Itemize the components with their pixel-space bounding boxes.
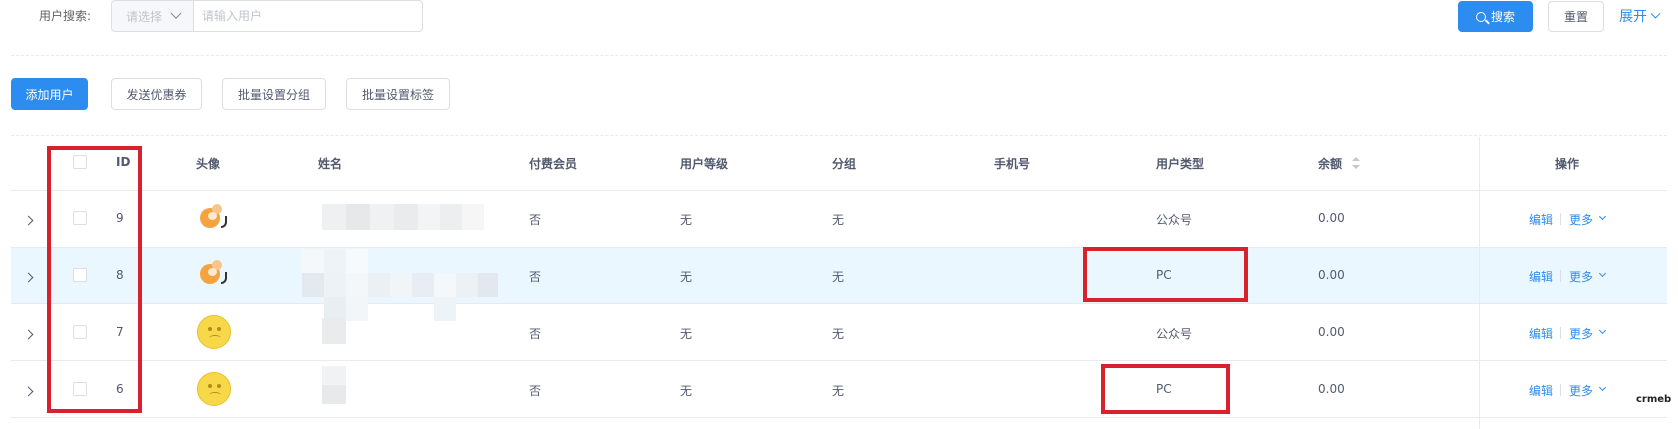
row-divider: [11, 360, 1667, 361]
blurred-name: [322, 318, 346, 344]
chevron-down-icon: [1598, 326, 1607, 335]
blurred-name: [322, 204, 484, 230]
search-icon: [1475, 11, 1486, 22]
cell-group: 无: [832, 270, 845, 284]
col-phone: 手机号: [994, 157, 1031, 171]
annotation-box-id-column: [47, 146, 142, 413]
col-name: 姓名: [318, 157, 343, 171]
expand-toggle[interactable]: 展开: [1619, 6, 1661, 26]
chevron-down-icon: [1598, 212, 1607, 221]
cell-balance: 0.00: [1318, 211, 1345, 225]
col-group: 分组: [832, 157, 857, 171]
cell-group: 无: [832, 327, 845, 341]
col-operation: 操作: [1555, 157, 1580, 171]
more-dropdown[interactable]: 更多: [1569, 268, 1593, 285]
chevron-right-icon[interactable]: [23, 386, 34, 397]
row-divider: [11, 417, 1667, 418]
cell-paid-member: 否: [529, 213, 542, 227]
avatar-orange-cartoon-icon: [196, 202, 232, 236]
cell-user-level: 无: [680, 384, 693, 398]
cell-user-type: 公众号: [1156, 213, 1193, 227]
row-divider: [11, 303, 1667, 304]
cell-balance: 0.00: [1318, 382, 1345, 396]
expand-label: 展开: [1619, 9, 1647, 25]
cell-paid-member: 否: [529, 327, 542, 341]
search-group: 请选择: [111, 0, 423, 32]
chevron-right-icon[interactable]: [23, 329, 34, 340]
edit-link[interactable]: 编辑: [1529, 211, 1553, 228]
cell-paid-member: 否: [529, 270, 542, 284]
chevron-down-icon: [1598, 383, 1607, 392]
divider: [11, 135, 1667, 136]
sort-icon[interactable]: [1352, 157, 1360, 169]
separator: [1560, 270, 1561, 282]
annotation-box-pc-row8: [1083, 247, 1248, 302]
separator: [1560, 327, 1561, 339]
row-divider: [11, 190, 1667, 191]
chevron-down-icon: [170, 7, 182, 19]
watermark-logo: crmeb: [1636, 394, 1672, 405]
cell-paid-member: 否: [529, 384, 542, 398]
cell-group: 无: [832, 384, 845, 398]
cell-user-level: 无: [680, 213, 693, 227]
search-label: 用户搜索:: [39, 9, 92, 23]
cell-balance: 0.00: [1318, 268, 1345, 282]
col-user-level: 用户等级: [680, 157, 729, 171]
more-dropdown[interactable]: 更多: [1569, 211, 1593, 228]
more-dropdown[interactable]: 更多: [1569, 325, 1593, 342]
cell-user-level: 无: [680, 270, 693, 284]
cell-group: 无: [832, 213, 845, 227]
search-button[interactable]: 搜索: [1458, 1, 1533, 32]
annotation-box-pc-row6: [1101, 364, 1230, 414]
divider: [11, 55, 1667, 56]
separator: [1560, 213, 1561, 225]
chevron-right-icon[interactable]: [23, 215, 34, 226]
edit-link[interactable]: 编辑: [1529, 382, 1553, 399]
col-balance: 余额: [1318, 157, 1343, 171]
fixed-column-divider: [1479, 137, 1480, 429]
edit-link[interactable]: 编辑: [1529, 268, 1553, 285]
avatar-orange-cartoon-icon: [196, 258, 232, 292]
avatar-sad-face-icon: [197, 372, 231, 406]
blurred-name: [302, 249, 498, 321]
send-coupon-button[interactable]: 发送优惠券: [111, 78, 202, 110]
search-button-label: 搜索: [1490, 10, 1515, 24]
search-type-select[interactable]: 请选择: [112, 1, 194, 31]
batch-tag-button[interactable]: 批量设置标签: [346, 78, 450, 110]
add-user-button[interactable]: 添加用户: [11, 78, 88, 110]
cell-balance: 0.00: [1318, 325, 1345, 339]
row-divider: [11, 247, 1667, 248]
avatar-sad-face-icon: [197, 315, 231, 349]
search-input[interactable]: [194, 1, 422, 31]
separator: [1560, 384, 1561, 396]
edit-link[interactable]: 编辑: [1529, 325, 1553, 342]
chevron-down-icon: [1650, 8, 1661, 19]
col-avatar: 头像: [196, 157, 221, 171]
col-paid-member: 付费会员: [529, 157, 578, 171]
batch-group-button[interactable]: 批量设置分组: [222, 78, 326, 110]
cell-user-type: 公众号: [1156, 327, 1193, 341]
col-user-type: 用户类型: [1156, 157, 1205, 171]
more-dropdown[interactable]: 更多: [1569, 382, 1593, 399]
blurred-name: [322, 366, 346, 404]
cell-user-level: 无: [680, 327, 693, 341]
reset-button[interactable]: 重置: [1548, 1, 1604, 32]
select-placeholder: 请选择: [126, 9, 163, 24]
